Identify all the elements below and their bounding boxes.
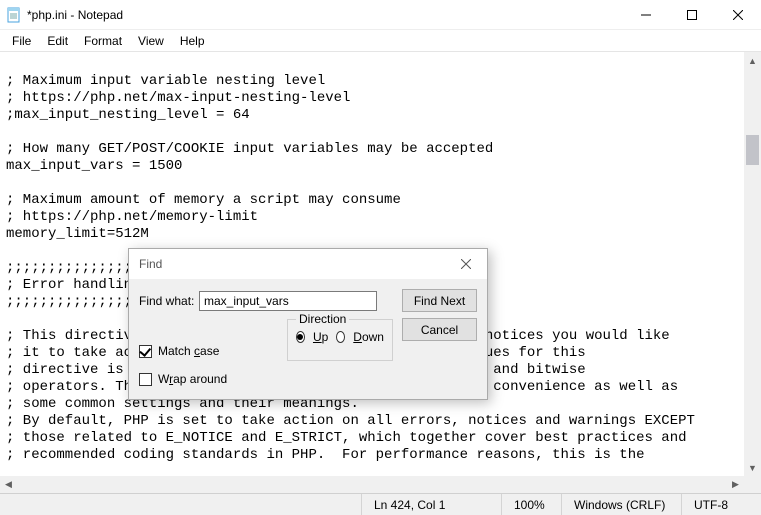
- find-dialog-title: Find: [139, 257, 451, 271]
- scroll-down-arrow-icon[interactable]: ▼: [744, 459, 761, 476]
- menu-format[interactable]: Format: [76, 32, 130, 50]
- find-next-button[interactable]: Find Next: [402, 289, 477, 312]
- direction-up-radio[interactable]: [296, 331, 305, 343]
- menu-edit[interactable]: Edit: [39, 32, 76, 50]
- status-position: Ln 424, Col 1: [361, 494, 501, 515]
- find-dialog-body: Find what: Find Next Cancel Direction Up…: [129, 279, 487, 321]
- direction-down-radio[interactable]: [336, 331, 345, 343]
- scroll-corner: [744, 476, 761, 493]
- horizontal-scrollbar[interactable]: ◀ ▶: [0, 476, 744, 493]
- menu-help[interactable]: Help: [172, 32, 213, 50]
- find-what-input[interactable]: [199, 291, 377, 311]
- wrap-around-label[interactable]: Wrap around: [158, 372, 227, 386]
- titlebar: *php.ini - Notepad: [0, 0, 761, 30]
- menubar: File Edit Format View Help: [0, 30, 761, 51]
- minimize-button[interactable]: [623, 0, 669, 30]
- scroll-up-arrow-icon[interactable]: ▲: [744, 52, 761, 69]
- cancel-button[interactable]: Cancel: [402, 318, 477, 341]
- menu-view[interactable]: View: [130, 32, 172, 50]
- find-what-label: Find what:: [139, 294, 199, 308]
- status-line-ending: Windows (CRLF): [561, 494, 681, 515]
- direction-label: Direction: [296, 312, 349, 326]
- direction-down-label[interactable]: Down: [353, 330, 384, 344]
- status-encoding: UTF-8: [681, 494, 761, 515]
- direction-up-label[interactable]: Up: [313, 330, 328, 344]
- window-title: *php.ini - Notepad: [27, 8, 123, 22]
- scroll-right-arrow-icon[interactable]: ▶: [727, 476, 744, 493]
- close-button[interactable]: [715, 0, 761, 30]
- match-case-checkbox[interactable]: [139, 345, 152, 358]
- status-empty: [0, 494, 361, 515]
- wrap-around-checkbox[interactable]: [139, 373, 152, 386]
- vertical-scroll-track[interactable]: [744, 69, 761, 459]
- scroll-left-arrow-icon[interactable]: ◀: [0, 476, 17, 493]
- maximize-button[interactable]: [669, 0, 715, 30]
- status-zoom: 100%: [501, 494, 561, 515]
- statusbar: Ln 424, Col 1 100% Windows (CRLF) UTF-8: [0, 493, 761, 515]
- find-dialog: Find Find what: Find Next Cancel Directi…: [128, 248, 488, 400]
- notepad-icon: [6, 7, 22, 23]
- find-dialog-titlebar[interactable]: Find: [129, 249, 487, 279]
- menu-file[interactable]: File: [4, 32, 39, 50]
- vertical-scrollbar[interactable]: ▲ ▼: [744, 52, 761, 476]
- match-case-label[interactable]: Match case: [158, 344, 219, 358]
- find-close-button[interactable]: [451, 253, 481, 275]
- direction-groupbox: Direction Up Down: [287, 319, 393, 361]
- vertical-scroll-thumb[interactable]: [746, 135, 759, 165]
